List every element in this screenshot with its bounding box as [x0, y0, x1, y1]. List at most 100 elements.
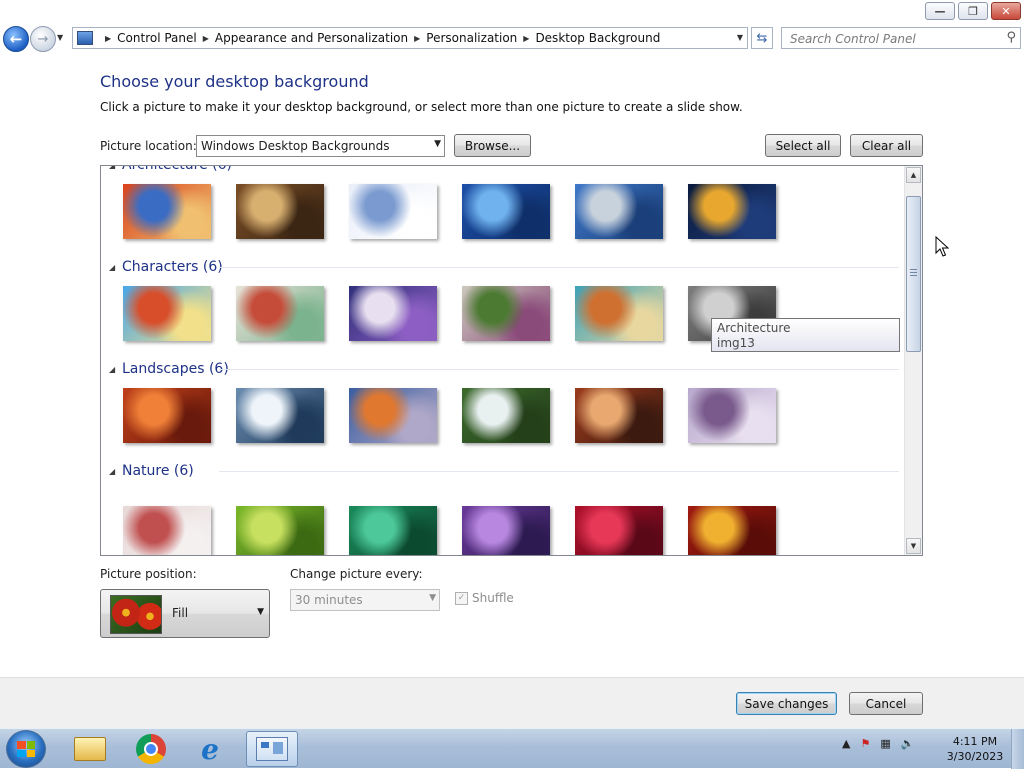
- breadcrumb-personalization[interactable]: Personalization: [426, 31, 517, 45]
- volume-muted-icon[interactable]: 🔈: [901, 737, 915, 750]
- breadcrumb-separator-icon[interactable]: ▶: [105, 34, 111, 43]
- folder-icon: [74, 737, 106, 761]
- show-hidden-icons-icon[interactable]: ▲: [842, 737, 850, 750]
- wallpaper-thumbnail[interactable]: [688, 184, 776, 239]
- wallpaper-thumbnail[interactable]: [688, 388, 776, 443]
- wallpaper-thumbnail[interactable]: [123, 286, 211, 341]
- collapse-group-icon[interactable]: ◢: [109, 467, 122, 476]
- wallpaper-thumbnail[interactable]: [123, 184, 211, 239]
- chrome-icon: [136, 734, 166, 764]
- restore-button[interactable]: ❐: [958, 2, 988, 20]
- navigation-bar: ← → ▼ ▶ Control Panel ▶ Appearance and P…: [0, 24, 1024, 54]
- collapse-group-icon[interactable]: ◢: [109, 166, 122, 170]
- picture-position-label: Picture position:: [100, 567, 197, 581]
- show-desktop-button[interactable]: [1011, 729, 1024, 769]
- forward-button[interactable]: →: [30, 26, 56, 52]
- close-button[interactable]: ✕: [991, 2, 1021, 20]
- browse-button[interactable]: Browse...: [454, 134, 531, 157]
- picture-location-dropdown[interactable]: Windows Desktop Backgrounds ▼: [196, 135, 445, 157]
- scroll-up-button[interactable]: ▲: [906, 167, 921, 183]
- title-bar: — ❐ ✕: [0, 0, 1024, 24]
- action-center-warning-icon[interactable]: ⚑: [860, 737, 870, 750]
- breadcrumb-separator-icon[interactable]: ▶: [523, 34, 529, 43]
- taskbar-explorer-button[interactable]: [64, 731, 116, 767]
- wallpaper-thumbnail[interactable]: [575, 286, 663, 341]
- collapse-group-icon[interactable]: ◢: [109, 365, 122, 374]
- back-button[interactable]: ←: [3, 26, 29, 52]
- wallpaper-thumbnail[interactable]: [349, 184, 437, 239]
- shuffle-label: Shuffle: [472, 591, 514, 605]
- group-header[interactable]: ◢ Landscapes (6): [109, 360, 899, 378]
- recent-pages-dropdown[interactable]: ▼: [57, 33, 66, 42]
- address-history-dropdown[interactable]: ▼: [737, 33, 743, 42]
- change-picture-label: Change picture every:: [290, 567, 423, 581]
- refresh-button[interactable]: ⇆: [751, 27, 773, 49]
- wallpaper-thumbnail[interactable]: [349, 286, 437, 341]
- minimize-button[interactable]: —: [925, 2, 955, 20]
- taskbar-internet-explorer-button[interactable]: e: [184, 731, 236, 767]
- group-header[interactable]: ◢ Characters (6): [109, 258, 899, 276]
- vertical-scrollbar[interactable]: ▲ ▼: [904, 166, 922, 555]
- breadcrumb-control-panel[interactable]: Control Panel: [117, 31, 197, 45]
- wallpaper-thumbnail[interactable]: [688, 506, 776, 555]
- save-changes-button[interactable]: Save changes: [736, 692, 837, 715]
- minimize-icon: —: [934, 4, 946, 18]
- network-icon[interactable]: ▦: [880, 737, 890, 750]
- cancel-button[interactable]: Cancel: [849, 692, 923, 715]
- wallpaper-thumbnail[interactable]: [575, 184, 663, 239]
- system-clock[interactable]: 4:11 PM 3/30/2023: [940, 734, 1010, 764]
- change-picture-interval-dropdown[interactable]: 30 minutes ▼: [290, 589, 440, 611]
- breadcrumb-separator-icon[interactable]: ▶: [414, 34, 420, 43]
- wallpaper-thumbnail[interactable]: [123, 388, 211, 443]
- group-header[interactable]: ◢ Nature (6): [109, 462, 899, 480]
- breadcrumb-desktop-background[interactable]: Desktop Background: [535, 31, 660, 45]
- shuffle-option[interactable]: ✓ Shuffle: [455, 591, 514, 605]
- chevron-down-icon: ▼: [434, 139, 441, 149]
- breadcrumb-appearance[interactable]: Appearance and Personalization: [215, 31, 408, 45]
- wallpaper-thumbnail[interactable]: [236, 506, 324, 555]
- taskbar-chrome-button[interactable]: [125, 731, 177, 767]
- collapse-group-icon[interactable]: ◢: [109, 263, 122, 272]
- clock-date: 3/30/2023: [946, 750, 1004, 763]
- taskbar-control-panel-button[interactable]: [246, 731, 298, 767]
- wallpaper-thumbnail[interactable]: [575, 388, 663, 443]
- start-button[interactable]: [6, 730, 46, 768]
- refresh-icon: ⇆: [756, 30, 768, 46]
- wallpaper-thumbnail[interactable]: [462, 286, 550, 341]
- chevron-down-icon: ▼: [429, 593, 436, 603]
- group-divider: [219, 369, 899, 370]
- scrollbar-thumb[interactable]: [906, 196, 921, 352]
- close-icon: ✕: [1001, 4, 1011, 18]
- change-picture-interval-value: 30 minutes: [295, 593, 363, 607]
- wallpaper-thumbnail[interactable]: [236, 286, 324, 341]
- breadcrumb-separator-icon[interactable]: ▶: [203, 34, 209, 43]
- search-box[interactable]: ⚲: [781, 27, 1021, 49]
- select-all-button[interactable]: Select all: [765, 134, 841, 157]
- wallpaper-thumbnail[interactable]: [462, 184, 550, 239]
- forward-arrow-icon: →: [37, 31, 49, 47]
- group-name: Nature (6): [122, 463, 194, 479]
- picture-list[interactable]: ◢ Architecture (6) ◢ Characters (6) ◢ Landsca…: [100, 165, 923, 556]
- clear-all-button[interactable]: Clear all: [850, 134, 923, 157]
- page-title: Choose your desktop background: [100, 72, 369, 91]
- wallpaper-thumbnail[interactable]: [236, 388, 324, 443]
- group-name: Landscapes (6): [122, 361, 229, 377]
- wallpaper-thumbnail[interactable]: [575, 506, 663, 555]
- search-input[interactable]: [788, 30, 1002, 48]
- group-header[interactable]: ◢ Architecture (6): [109, 165, 232, 174]
- windows-logo-icon: [17, 741, 35, 757]
- wallpaper-thumbnail[interactable]: [236, 184, 324, 239]
- picture-position-dropdown[interactable]: Fill ▼: [100, 589, 270, 638]
- group-name: Architecture (6): [122, 165, 232, 173]
- thumbnail-tooltip: Architecture img13: [711, 318, 900, 352]
- wallpaper-thumbnail[interactable]: [349, 506, 437, 555]
- wallpaper-thumbnail[interactable]: [462, 388, 550, 443]
- control-panel-icon: [256, 737, 288, 761]
- wallpaper-thumbnail[interactable]: [123, 506, 211, 555]
- search-icon[interactable]: ⚲: [1006, 30, 1016, 45]
- wallpaper-thumbnail[interactable]: [462, 506, 550, 555]
- wallpaper-thumbnail[interactable]: [349, 388, 437, 443]
- shuffle-checkbox[interactable]: ✓: [455, 591, 468, 605]
- address-bar[interactable]: ▶ Control Panel ▶ Appearance and Persona…: [72, 27, 748, 49]
- scroll-down-button[interactable]: ▼: [906, 538, 921, 554]
